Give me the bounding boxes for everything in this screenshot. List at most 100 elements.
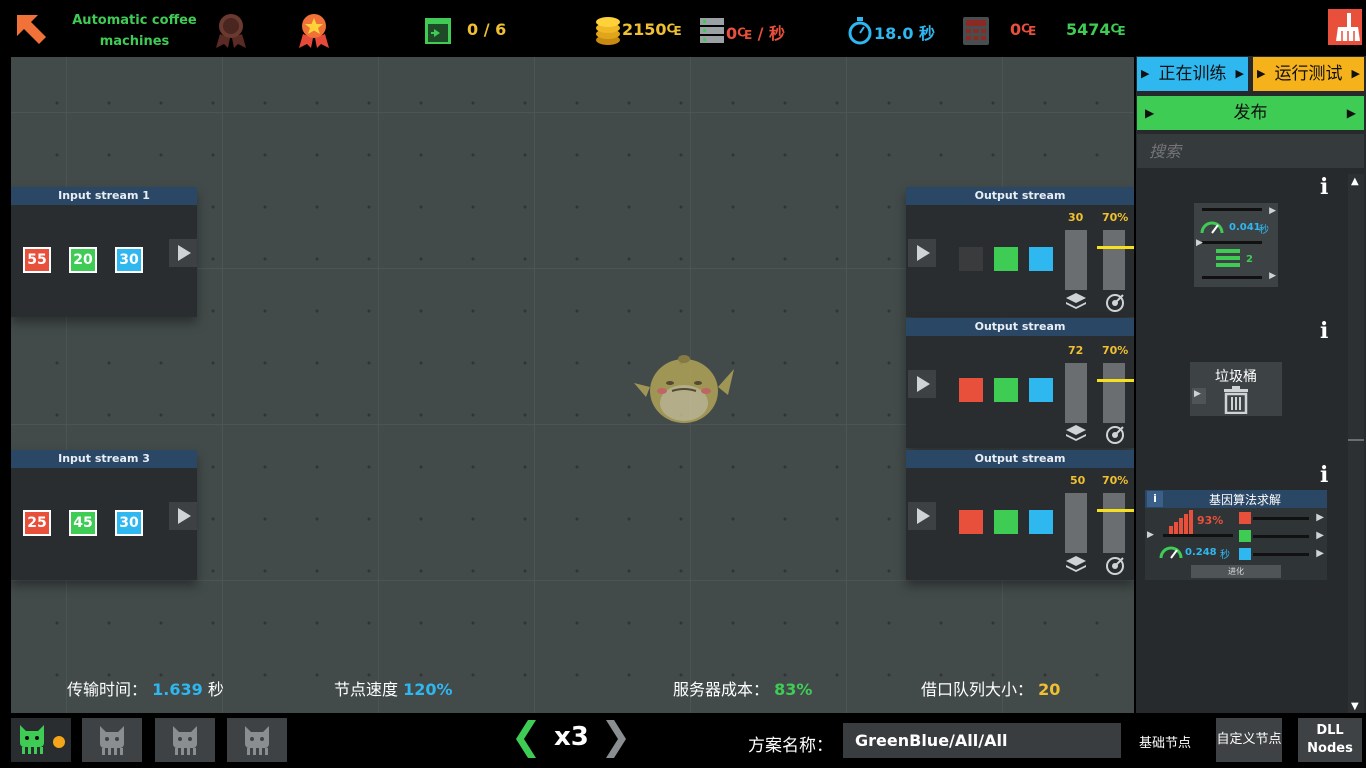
transfer-time-label: 传输时间： (67, 680, 148, 699)
trash-node[interactable]: 垃圾桶 ▶ (1190, 362, 1282, 416)
info-icon[interactable]: i (1320, 318, 1328, 344)
red-slot (959, 510, 983, 534)
output-port-button[interactable] (169, 502, 197, 530)
scroll-thumb[interactable] (1348, 439, 1364, 441)
speedometer-icon (1200, 219, 1224, 239)
speedometer-icon (1159, 544, 1183, 563)
blue-slot (1029, 510, 1053, 534)
queue-size-label: 借口队列大小： (921, 680, 1034, 699)
output-stream-node[interactable]: Output stream 72 70% (906, 318, 1134, 448)
training-label: 正在训练 (1158, 64, 1227, 84)
speed-unit: 秒 (1220, 550, 1230, 561)
cat-slot-active[interactable] (11, 718, 71, 762)
blue-slot (1029, 378, 1053, 402)
time-value: 18.0 秒 (874, 24, 936, 43)
evolve-button[interactable]: 进化 (1191, 565, 1281, 578)
cat-slot[interactable] (155, 718, 215, 762)
blue-value: 30 (115, 247, 143, 273)
red-value: 55 (23, 247, 51, 273)
count-gauge (1065, 230, 1087, 290)
node-title: Output stream (906, 450, 1134, 468)
queue-size-value: 20 (1038, 680, 1061, 699)
count-gauge (1065, 493, 1087, 553)
mascot-image (632, 343, 736, 431)
queue-size-stat: 借口队列大小： 20 (921, 676, 1060, 700)
output-stream-node[interactable]: Output stream 50 70% (906, 450, 1134, 580)
trash-label: 垃圾桶 (1215, 369, 1257, 385)
count-gauge (1065, 363, 1087, 423)
training-button[interactable]: ▶ 正在训练 ▶ (1137, 57, 1248, 91)
output-port-button[interactable] (169, 239, 197, 267)
star-medal-icon (297, 12, 331, 54)
node-title: Output stream (906, 187, 1134, 205)
green-slot (994, 510, 1018, 534)
medal-icon (214, 12, 248, 54)
tab-dll-nodes[interactable]: DLL Nodes (1298, 718, 1362, 762)
server-count: 2 (1246, 254, 1253, 265)
tab-custom-nodes[interactable]: 自定义节点 (1216, 718, 1282, 762)
info-icon[interactable]: i (1320, 462, 1328, 488)
cat-icon (17, 723, 47, 759)
red-slot (959, 378, 983, 402)
blue-slot (1029, 247, 1053, 271)
scroll-down-icon[interactable]: ▼ (1351, 701, 1359, 712)
cat-icon (173, 726, 197, 755)
red-value: 25 (23, 510, 51, 536)
blue-value: 30 (115, 510, 143, 536)
scheme-name-field[interactable]: GreenBlue/All/All (843, 723, 1121, 758)
broom-icon[interactable] (1328, 9, 1362, 45)
accuracy-percent: 70% (1102, 474, 1129, 487)
status-dot (53, 736, 65, 748)
info-icon[interactable]: i (1320, 174, 1328, 200)
input-port-button[interactable] (908, 370, 936, 398)
search-input[interactable] (1137, 134, 1364, 168)
money-value: 2150₠ (622, 20, 682, 39)
cat-icon (245, 726, 269, 755)
genetic-algorithm-node[interactable]: i 基因算法求解 93% ▶ 0.248 秒 ▶ ▶ ▶ 进化 (1145, 490, 1327, 580)
transfer-time-unit: 秒 (207, 680, 224, 699)
item-count: 50 (1070, 474, 1086, 487)
layers-icon (1066, 293, 1086, 315)
speed-increase-button[interactable] (604, 720, 626, 762)
input-stream-node[interactable]: Input stream 1 55 20 30 (11, 187, 197, 317)
transfer-time-stat: 传输时间： 1.639 秒 (67, 676, 224, 700)
run-test-button[interactable]: ▶ 运行测试 ▶ (1253, 57, 1364, 91)
blue-slot (1239, 548, 1251, 560)
accuracy-gauge (1103, 493, 1125, 553)
target-icon (1105, 293, 1125, 317)
green-value: 45 (69, 510, 97, 536)
accuracy-percent: 70% (1102, 211, 1129, 224)
speed-value: 0.248 (1185, 547, 1217, 558)
node-title: Input stream 3 (11, 450, 197, 468)
scroll-up-icon[interactable]: ▲ (1351, 176, 1359, 187)
speed-value: 0.041 (1229, 222, 1261, 233)
black-slot (959, 247, 983, 271)
input-stream-node[interactable]: Input stream 3 25 45 30 (11, 450, 197, 580)
server-cost-value: 83% (774, 680, 813, 699)
sidebar: ▶ 正在训练 ▶ ▶ 运行测试 ▶ ▶ 发布 ▶ ▲ ▼ i ▶ 0.041 秒… (1136, 56, 1366, 768)
load-balancer-node[interactable]: ▶ 0.041 秒 ▶ 2 ▶ (1194, 203, 1278, 287)
cat-slot[interactable] (82, 718, 142, 762)
accuracy-gauge (1103, 363, 1125, 423)
scrollbar[interactable]: ▲ ▼ (1348, 174, 1364, 714)
target-line (1097, 509, 1134, 512)
green-slot (994, 247, 1018, 271)
calculator-icon (963, 17, 989, 49)
green-slot (994, 378, 1018, 402)
publish-button[interactable]: ▶ 发布 ▶ (1137, 96, 1364, 130)
target-icon (1105, 425, 1125, 449)
back-arrow-icon[interactable] (14, 12, 48, 46)
output-stream-node[interactable]: Output stream 30 70% (906, 187, 1134, 317)
level-name: Automatic coffee machines (72, 13, 197, 49)
info-badge-icon[interactable]: i (1147, 491, 1163, 507)
cat-slot[interactable] (227, 718, 287, 762)
server-icon (1216, 249, 1240, 271)
speed-decrease-button[interactable] (516, 720, 538, 762)
input-port-button[interactable] (908, 239, 936, 267)
layers-icon (1066, 556, 1086, 578)
red-slot (1239, 512, 1251, 524)
target-icon (1105, 556, 1125, 580)
tab-basic-nodes[interactable]: 基础节点 (1139, 732, 1191, 751)
input-port-button[interactable] (908, 502, 936, 530)
cat-icon (100, 726, 124, 755)
